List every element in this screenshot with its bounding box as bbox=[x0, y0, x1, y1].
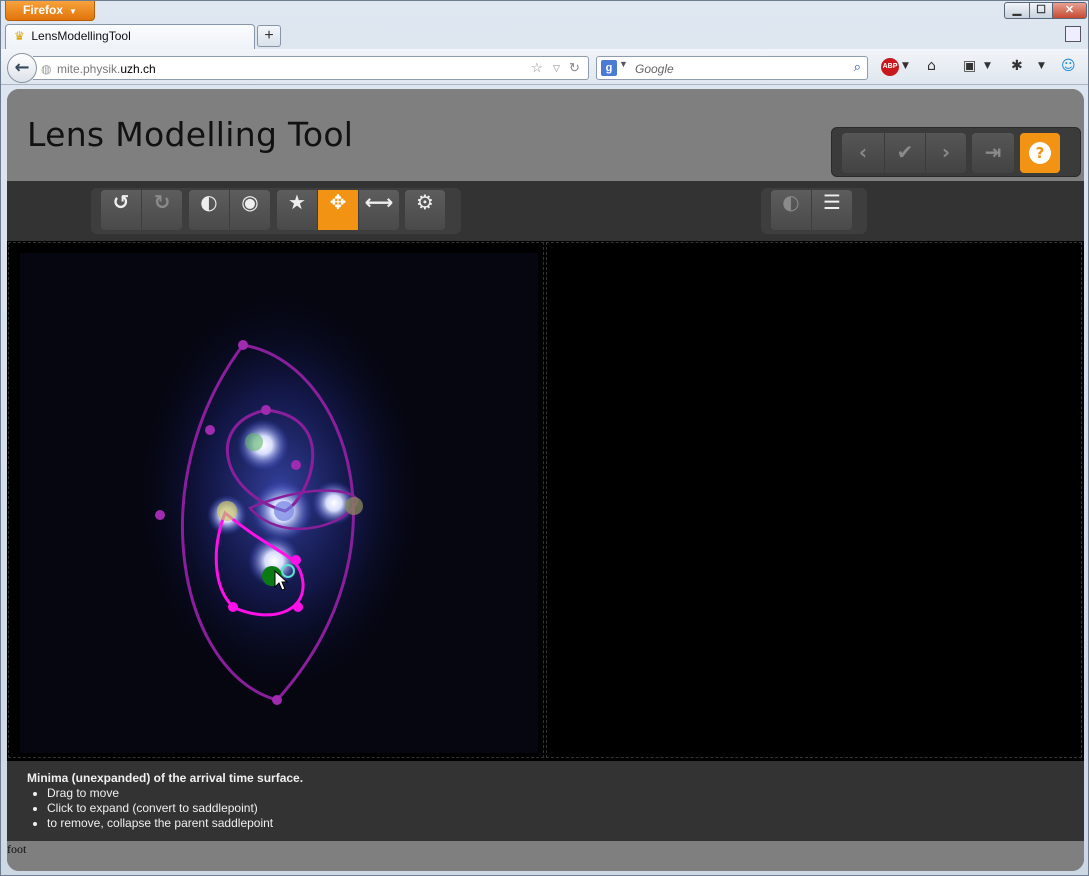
firebug-icon[interactable]: ✱ bbox=[1011, 58, 1023, 74]
step-navigation: ‹ ✔ › ⇥ ? bbox=[831, 127, 1081, 177]
contour-handle[interactable] bbox=[272, 695, 282, 705]
lens-image-pane[interactable] bbox=[8, 242, 544, 758]
tab-groups-icon[interactable] bbox=[1065, 26, 1081, 42]
navigation-bar: ◍ mite.physik.uzh.ch ☆ ▽ ↻ ← g ▼ Google ⌕… bbox=[1, 49, 1088, 85]
contour-handle[interactable] bbox=[261, 405, 271, 415]
google-icon[interactable]: g bbox=[601, 60, 617, 76]
new-tab-button[interactable]: + bbox=[257, 25, 281, 47]
help-heading: Minima (unexpanded) of the arrival time … bbox=[27, 771, 304, 785]
chevron-right-icon[interactable]: › bbox=[926, 133, 966, 173]
contrast-icon[interactable]: ◐ bbox=[189, 190, 229, 230]
redo-icon[interactable]: ↻ bbox=[142, 190, 182, 230]
browser-window: Firefox ▼ ▁ ☐ ✕ ♛ LensModellingTool + ◍ mi… bbox=[0, 0, 1089, 876]
search-icon[interactable]: ⌕ bbox=[854, 59, 861, 75]
maximize-button[interactable]: ☐ bbox=[1029, 2, 1053, 19]
help-icon[interactable]: ? bbox=[1020, 133, 1060, 173]
page-title: Lens Modelling Tool bbox=[27, 115, 354, 154]
view-tools: ◐ ☰ bbox=[761, 188, 867, 234]
adblock-icon[interactable]: ABP bbox=[881, 58, 899, 76]
contour-handle[interactable] bbox=[291, 460, 301, 470]
arrow-left-icon: ← bbox=[14, 57, 30, 78]
eye-icon[interactable]: ◉ bbox=[230, 190, 270, 230]
check-icon[interactable]: ✔ bbox=[885, 133, 925, 173]
chevron-down-icon[interactable]: ▼ bbox=[619, 59, 628, 69]
help-item: Drag to move bbox=[47, 786, 1084, 801]
saddle-marker[interactable] bbox=[345, 497, 363, 515]
home-icon[interactable]: ⌂ bbox=[927, 58, 936, 74]
contour-handle[interactable] bbox=[293, 602, 303, 612]
contrast-icon[interactable]: ◐ bbox=[771, 190, 811, 230]
url-prefix: mite.physik. bbox=[57, 62, 121, 76]
minimize-button[interactable]: ▁ bbox=[1004, 2, 1030, 19]
resize-horizontal-icon[interactable]: ⟷ bbox=[359, 190, 399, 230]
bookmarks-icon[interactable]: ▣ bbox=[963, 58, 976, 74]
help-list: Drag to move Click to expand (convert to… bbox=[47, 786, 1084, 831]
reload-icon[interactable]: ↻ bbox=[569, 60, 580, 76]
footer: foot bbox=[7, 841, 1084, 871]
list-icon[interactable]: ☰ bbox=[812, 190, 852, 230]
search-box[interactable]: g ▼ Google ⌕ bbox=[596, 56, 868, 80]
contour-handle[interactable] bbox=[291, 555, 301, 565]
help-item: Click to expand (convert to saddlepoint) bbox=[47, 801, 1084, 816]
maximum-marker[interactable] bbox=[274, 501, 294, 521]
addon-icon[interactable]: ☺ bbox=[1061, 58, 1076, 74]
chevron-down-icon[interactable]: ▼ bbox=[902, 61, 909, 71]
viewport bbox=[7, 241, 1084, 761]
chevron-down-icon: ▼ bbox=[69, 7, 77, 16]
tab-lensmodellingtool[interactable]: ♛ LensModellingTool bbox=[5, 24, 255, 50]
help-item: to remove, collapse the parent saddlepoi… bbox=[47, 816, 1084, 831]
close-button[interactable]: ✕ bbox=[1052, 2, 1087, 19]
history-dropdown-icon[interactable]: ▽ bbox=[553, 63, 560, 74]
app-header: Lens Modelling Tool ‹ ✔ › ⇥ ? bbox=[7, 89, 1084, 181]
url-domain: uzh.ch bbox=[120, 62, 156, 76]
contour-handle[interactable] bbox=[205, 425, 215, 435]
star-icon[interactable]: ★ bbox=[277, 190, 317, 230]
minimum-marker[interactable] bbox=[245, 433, 263, 451]
firefox-menu-button[interactable]: Firefox ▼ bbox=[5, 1, 95, 21]
settings-icon[interactable]: ⚙ bbox=[405, 190, 445, 230]
sign-in-icon[interactable]: ⇥ bbox=[972, 133, 1014, 173]
favicon-crown-icon: ♛ bbox=[14, 29, 25, 43]
tab-strip: ♛ LensModellingTool + bbox=[1, 21, 1088, 50]
page: Lens Modelling Tool ‹ ✔ › ⇥ ? ↺ ↻ ◐ ◉ ★ … bbox=[7, 89, 1084, 871]
contour-handle[interactable] bbox=[228, 602, 238, 612]
move-icon[interactable]: ✥ bbox=[318, 190, 358, 230]
chevron-down-icon[interactable]: ▼ bbox=[1038, 61, 1045, 71]
undo-icon[interactable]: ↺ bbox=[101, 190, 141, 230]
back-button[interactable]: ← bbox=[7, 53, 37, 83]
lens-canvas[interactable] bbox=[20, 253, 538, 753]
contour-handle[interactable] bbox=[238, 340, 248, 350]
tab-title: LensModellingTool bbox=[31, 29, 131, 43]
title-bar: Firefox ▼ ▁ ☐ ✕ bbox=[1, 1, 1088, 21]
model-output-pane[interactable] bbox=[546, 242, 1082, 758]
tool-groups: ↺ ↻ ◐ ◉ ★ ✥ ⟷ ⚙ bbox=[91, 188, 461, 234]
help-panel: Minima (unexpanded) of the arrival time … bbox=[7, 761, 1084, 841]
chevron-down-icon[interactable]: ▼ bbox=[984, 61, 991, 71]
lensed-image bbox=[237, 419, 289, 471]
tool-toolbar: ↺ ↻ ◐ ◉ ★ ✥ ⟷ ⚙ ◐ ☰ bbox=[7, 181, 1084, 241]
url-bar[interactable]: ◍ mite.physik.uzh.ch ☆ ▽ ↻ bbox=[33, 56, 589, 80]
chevron-left-icon[interactable]: ‹ bbox=[842, 133, 884, 173]
globe-icon: ◍ bbox=[41, 62, 52, 76]
bookmark-star-icon[interactable]: ☆ bbox=[531, 60, 543, 76]
search-placeholder: Google bbox=[635, 62, 674, 76]
saddle-marker[interactable] bbox=[217, 501, 237, 521]
contour-handle[interactable] bbox=[155, 510, 165, 520]
firefox-menu-label: Firefox bbox=[23, 3, 64, 17]
